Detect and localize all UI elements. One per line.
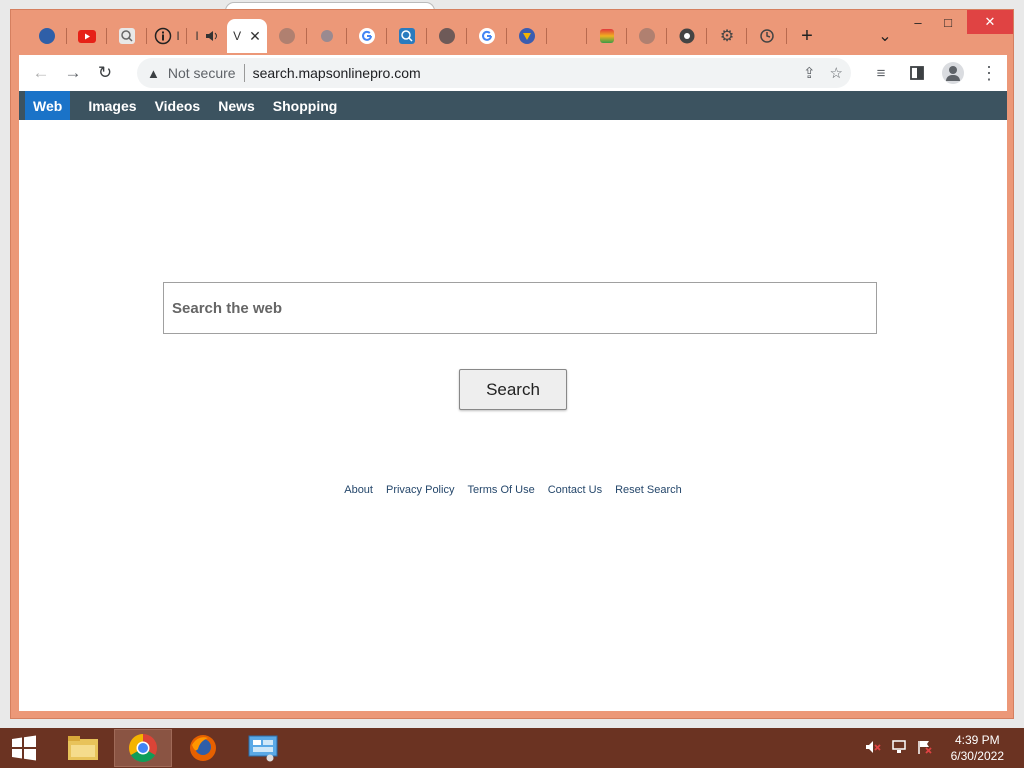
clock-date: 6/30/2022 (950, 749, 1004, 763)
warning-icon: ▲ (147, 65, 160, 81)
history-icon (760, 29, 774, 43)
magnifier-icon (399, 28, 415, 44)
tab-list-button[interactable]: ⌄ (869, 20, 901, 52)
taskbar-chrome[interactable] (114, 729, 172, 767)
start-button[interactable] (0, 728, 48, 768)
tab-search-4[interactable] (387, 20, 427, 52)
search-box[interactable] (163, 282, 877, 334)
footer-terms-link[interactable]: Terms Of Use (467, 484, 534, 496)
globe-icon (439, 28, 455, 44)
menu-kebab-icon[interactable]: ⋮ (973, 57, 1005, 89)
tab-search-2[interactable] (107, 20, 147, 52)
tab-settings[interactable]: ⚙ (707, 20, 747, 52)
footer-links: About Privacy Policy Terms Of Use Contac… (19, 484, 1007, 496)
web-page: Web Images Videos News Shopping Search A… (19, 91, 1007, 711)
search-button[interactable]: Search (459, 369, 567, 410)
browser-toolbar: ← → ↻ ▲ Not secure search.mapsonlinepro.… (19, 55, 1007, 91)
action-center-flag-icon[interactable] (917, 740, 933, 757)
tab-search-3[interactable] (307, 20, 347, 52)
footer-reset-link[interactable]: Reset Search (615, 484, 682, 496)
google-icon (479, 28, 495, 44)
maximize-button[interactable]: □ (933, 10, 963, 34)
taskbar-control-panel[interactable] (234, 729, 292, 767)
nav-web[interactable]: Web (25, 91, 71, 120)
reading-list-icon[interactable]: ≡ (865, 57, 897, 89)
share-icon[interactable]: ⇪ (803, 64, 816, 82)
address-bar[interactable]: ▲ Not secure search.mapsonlinepro.com ⇪ … (137, 58, 851, 88)
app-favicon-icon (600, 29, 614, 43)
tab-active[interactable]: V ✕ (227, 19, 267, 53)
tab-google[interactable] (347, 20, 387, 52)
reload-button[interactable]: ↻ (89, 57, 121, 89)
gear-icon: ⚙ (719, 28, 735, 45)
footer-privacy-link[interactable]: Privacy Policy (386, 484, 454, 496)
volume-muted-icon[interactable] (865, 740, 881, 757)
bookmark-star-icon[interactable]: ☆ (830, 64, 843, 82)
minimize-button[interactable]: – (903, 10, 933, 34)
chrome-icon (679, 28, 695, 44)
footer-contact-link[interactable]: Contact Us (548, 484, 602, 496)
globe-icon (639, 28, 655, 44)
site-nav: Web Images Videos News Shopping (19, 91, 1007, 120)
tab-youtube[interactable] (67, 20, 107, 52)
search-input[interactable] (172, 299, 876, 317)
tab-google-2[interactable] (467, 20, 507, 52)
nav-news[interactable]: News (209, 91, 264, 120)
tab-globe-3[interactable] (627, 20, 667, 52)
forward-button[interactable]: → (57, 57, 89, 89)
footer-about-link[interactable]: About (344, 484, 373, 496)
omnibox-divider (243, 64, 245, 82)
youtube-icon (78, 29, 96, 43)
tab-globe-2[interactable] (427, 20, 467, 52)
folder-icon (68, 736, 98, 760)
clock-time: 4:39 PM (954, 733, 1000, 747)
control-panel-icon (248, 735, 278, 762)
browser-window: I I V ✕ ⚙ + ⌄ – □ ✕ ← → ↻ ▲ Not secure s… (10, 9, 1014, 719)
nav-shopping[interactable]: Shopping (264, 91, 347, 120)
security-label[interactable]: Not secure (168, 65, 236, 81)
tab-globe[interactable] (267, 20, 307, 52)
nav-videos[interactable]: Videos (146, 91, 210, 120)
tab-blank[interactable] (547, 20, 587, 52)
tab-info[interactable]: I (147, 20, 187, 52)
url-text[interactable]: search.mapsonlinepro.com (253, 65, 421, 81)
tab-audio[interactable]: I (187, 20, 227, 52)
tab-chrome[interactable] (667, 20, 707, 52)
network-icon[interactable] (891, 739, 907, 757)
new-tab-button[interactable]: + (789, 20, 825, 52)
magnifier-icon (119, 28, 135, 44)
shield-icon (519, 28, 535, 44)
tab-shield[interactable] (507, 20, 547, 52)
windows-logo-icon (12, 735, 36, 761)
tab-history[interactable] (747, 20, 787, 52)
search-favicon-icon (39, 28, 55, 44)
close-window-button[interactable]: ✕ (967, 10, 1013, 34)
firefox-icon (190, 735, 216, 761)
tab-search[interactable] (27, 20, 67, 52)
nav-images[interactable]: Images (79, 91, 145, 120)
taskbar-firefox[interactable] (174, 729, 232, 767)
chrome-icon (129, 734, 157, 762)
info-icon (155, 27, 172, 45)
tab-strip: I I V ✕ ⚙ + ⌄ – □ ✕ (11, 10, 1013, 55)
google-icon (359, 28, 375, 44)
profile-button[interactable] (937, 57, 969, 89)
tab-close-icon[interactable]: ✕ (249, 28, 261, 45)
tab-color[interactable] (587, 20, 627, 52)
speaker-icon (205, 31, 217, 41)
side-panel-icon[interactable] (901, 57, 933, 89)
system-tray: 4:39 PM 6/30/2022 (865, 728, 1004, 768)
search-favicon-icon (321, 30, 333, 42)
taskbar: 4:39 PM 6/30/2022 (0, 728, 1024, 768)
globe-icon (279, 28, 295, 44)
back-button[interactable]: ← (25, 57, 57, 89)
taskbar-file-explorer[interactable] (54, 729, 112, 767)
avatar-icon (942, 62, 964, 84)
taskbar-clock[interactable]: 4:39 PM 6/30/2022 (951, 732, 1004, 764)
